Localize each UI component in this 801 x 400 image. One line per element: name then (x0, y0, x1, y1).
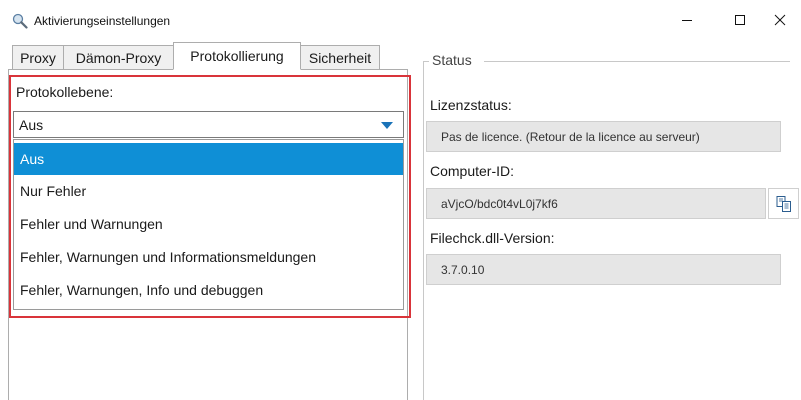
computer-id-label: Computer-ID: (430, 163, 515, 179)
tab-daemon-proxy[interactable]: Dämon-Proxy (63, 45, 174, 70)
tab-label: Protokollierung (190, 48, 284, 64)
dll-version-label: Filechck.dll-Version: (430, 230, 555, 246)
close-icon (774, 14, 786, 26)
dropdown-option-aus[interactable]: Aus (14, 143, 403, 175)
tab-proxy[interactable]: Proxy (12, 45, 64, 70)
copy-icon (776, 195, 791, 212)
computer-id-field: aVjcO/bdc0t4vL0j7kf6 (426, 188, 766, 219)
dropdown-option-fehler-warnungen-info-debug[interactable]: Fehler, Warnungen, Info und debuggen (14, 274, 403, 306)
status-group-border (484, 61, 790, 62)
close-button[interactable] (757, 0, 801, 40)
status-group-title: Status (432, 52, 472, 68)
tab-label: Sicherheit (308, 49, 372, 66)
dropdown-option-nur-fehler[interactable]: Nur Fehler (14, 175, 403, 207)
tab-label: Proxy (20, 49, 56, 66)
dropdown-option-fehler-warnungen[interactable]: Fehler und Warnungen (14, 208, 403, 240)
maximize-icon (735, 15, 745, 25)
chevron-down-icon[interactable] (381, 122, 393, 129)
minimize-button[interactable] (664, 0, 710, 40)
magnifier-icon (12, 13, 28, 29)
log-level-combobox[interactable]: Aus (13, 111, 404, 138)
tab-label: Dämon-Proxy (75, 49, 162, 66)
window-title: Aktivierungseinstellungen (34, 14, 171, 28)
title-bar: Aktivierungseinstellungen (0, 0, 801, 40)
dll-version-field: 3.7.0.10 (426, 254, 781, 285)
status-group-border (423, 61, 424, 400)
dropdown-option-fehler-warnungen-info[interactable]: Fehler, Warnungen und Informationsmeldun… (14, 241, 403, 273)
license-status-field: Pas de licence. (Retour de la licence au… (426, 121, 781, 152)
copy-button[interactable] (768, 188, 799, 219)
log-level-dropdown-list: Aus Nur Fehler Fehler und Warnungen Fehl… (13, 139, 404, 310)
log-level-label: Protokollebene: (16, 84, 114, 100)
minimize-icon (682, 20, 692, 21)
license-status-label: Lizenzstatus: (430, 97, 512, 113)
tab-protokollierung[interactable]: Protokollierung (173, 42, 301, 70)
combobox-value: Aus (19, 117, 44, 133)
tab-sicherheit[interactable]: Sicherheit (300, 45, 380, 70)
